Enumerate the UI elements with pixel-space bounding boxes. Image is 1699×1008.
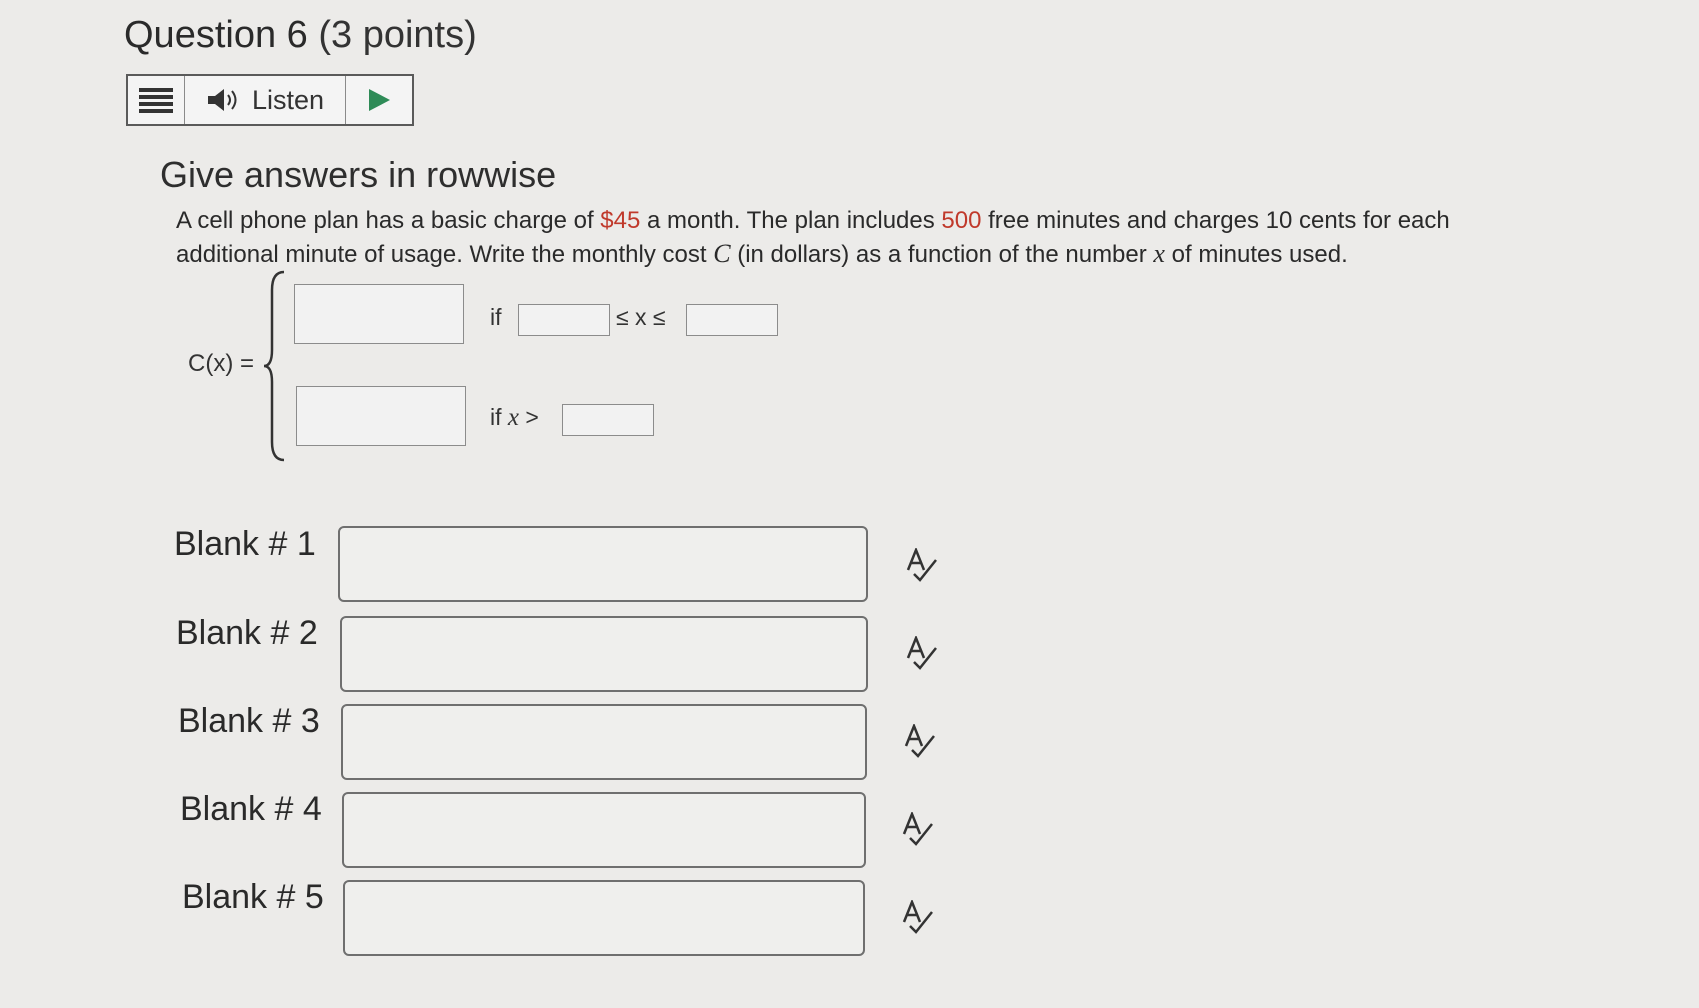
spell-check-icon[interactable]	[904, 548, 940, 584]
problem-part5: of minutes used.	[1164, 241, 1348, 268]
blank-4-label: Blank # 4	[180, 790, 322, 828]
charge-value: $45	[600, 207, 641, 234]
piece1-inequality: ≤ x ≤	[616, 304, 666, 330]
function-lhs: C(x) =	[188, 350, 254, 377]
play-icon	[369, 89, 390, 111]
blank-1-label: Blank # 1	[174, 525, 316, 563]
blank-4-input[interactable]	[342, 792, 866, 868]
menu-button[interactable]	[128, 76, 185, 124]
question-title: Question 6 (3 points)	[124, 14, 477, 57]
question-points: (3 points)	[318, 14, 477, 56]
free-minutes-value: 500	[941, 207, 982, 234]
listen-button[interactable]: Listen	[185, 76, 346, 124]
piecewise-brace	[263, 270, 285, 462]
play-button[interactable]	[346, 76, 412, 124]
piece2-bound-box[interactable]	[562, 404, 654, 436]
problem-text: A cell phone plan has a basic charge of …	[176, 204, 1536, 271]
speaker-icon	[207, 89, 237, 111]
piece1-if: if	[490, 304, 502, 330]
blank-5-input[interactable]	[343, 880, 865, 956]
blank-1-input[interactable]	[338, 526, 868, 602]
problem-part4: (in dollars) as a function of the number	[730, 241, 1154, 268]
piece1-expression-box[interactable]	[294, 284, 464, 344]
piece2-expression-box[interactable]	[296, 386, 466, 446]
listen-label: Listen	[251, 84, 325, 115]
menu-icon	[139, 85, 173, 116]
listen-toolbar: Listen	[126, 74, 414, 126]
blank-2-label: Blank # 2	[176, 614, 318, 652]
piece2-gt: >	[525, 404, 539, 430]
piece2-if: if	[490, 404, 502, 430]
instruction-text: Give answers in rowwise	[160, 154, 557, 195]
problem-part2: a month. The plan includes	[640, 207, 942, 234]
problem-part1: A cell phone plan has a basic charge of	[176, 207, 601, 234]
var-x: x	[1153, 239, 1165, 268]
spell-check-icon[interactable]	[900, 900, 936, 936]
spell-check-icon[interactable]	[904, 636, 940, 672]
piece1-upper-bound-box[interactable]	[686, 304, 778, 336]
blank-2-input[interactable]	[340, 616, 868, 692]
question-number: Question 6	[124, 14, 308, 56]
piece1-lower-bound-box[interactable]	[518, 304, 610, 336]
blank-5-label: Blank # 5	[182, 878, 324, 916]
blank-3-input[interactable]	[341, 704, 867, 780]
spell-check-icon[interactable]	[902, 724, 938, 760]
blank-3-label: Blank # 3	[178, 702, 320, 740]
var-c: C	[713, 239, 731, 268]
piece2-condition: if x >	[490, 404, 539, 432]
piece2-var-x: x	[507, 404, 519, 431]
spell-check-icon[interactable]	[900, 812, 936, 848]
